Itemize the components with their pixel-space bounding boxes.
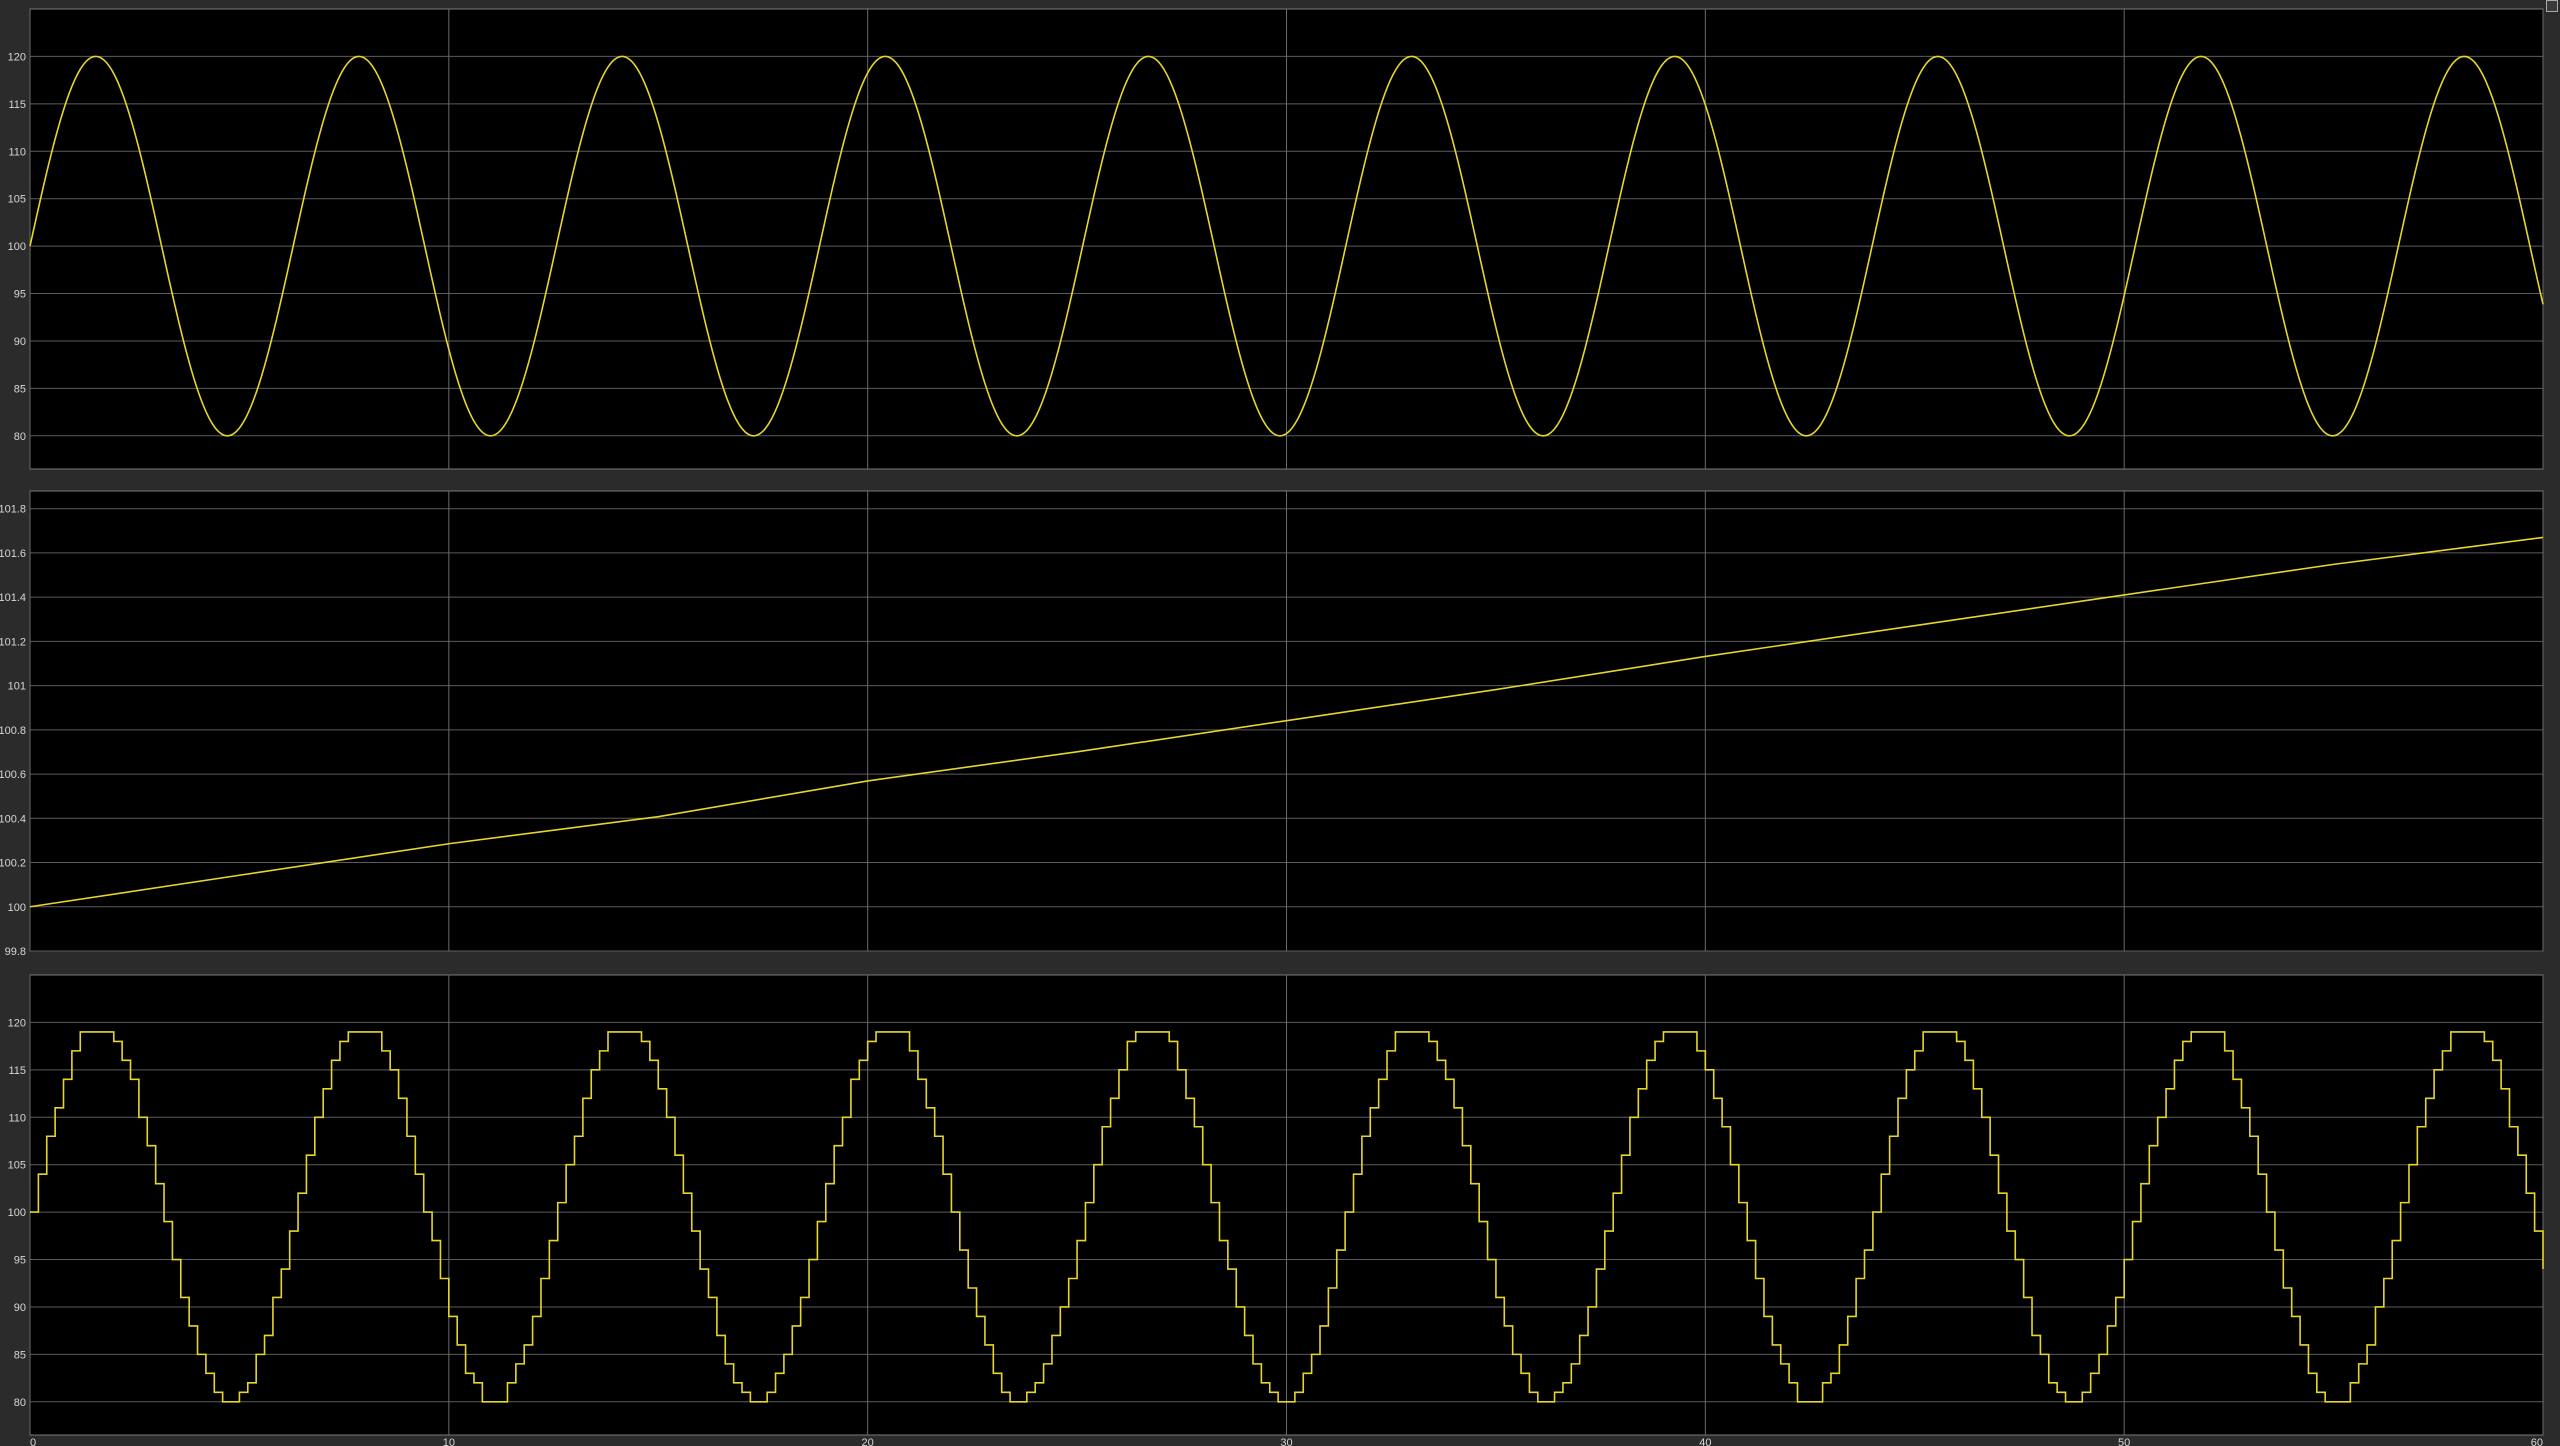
y-tick-label: 100 (8, 1207, 26, 1219)
y-tick-label: 100.6 (0, 769, 26, 781)
x-tick-label: 40 (1699, 1437, 1711, 1446)
x-tick-label: 10 (443, 1437, 455, 1446)
x-tick-label: 30 (1280, 1437, 1292, 1446)
scope-figure: 80859095100105110115120 99.8100100.2100.… (0, 8, 2544, 1446)
y-tick-label: 101.8 (0, 504, 26, 516)
y-tick-label: 101.6 (0, 548, 26, 560)
y-tick-label: 120 (8, 51, 26, 63)
expand-icon[interactable] (2546, 0, 2558, 12)
x-tick-label: 60 (2531, 1437, 2543, 1446)
y-tick-label: 85 (14, 383, 26, 395)
y-tick-label: 90 (14, 336, 26, 348)
y-tick-label: 99.8 (5, 946, 26, 958)
y-tick-label: 100.8 (0, 725, 26, 737)
y-tick-label: 110 (8, 146, 26, 158)
plot-top[interactable]: 80 85 90 95 100 105 110 115 120 (8, 8, 2544, 470)
y-tick-label: 115 (8, 1065, 26, 1077)
x-tick-label: 20 (862, 1437, 874, 1446)
y-tick-label: 85 (14, 1349, 26, 1361)
y-tick-label: 101.4 (0, 592, 26, 604)
y-tick-label: 115 (8, 99, 26, 111)
y-tick-label: 90 (14, 1302, 26, 1314)
x-tick-label: 50 (2118, 1437, 2130, 1446)
y-tick-label: 105 (8, 194, 26, 206)
y-tick-label: 100.2 (0, 858, 26, 870)
y-tick-label: 105 (8, 1160, 26, 1172)
y-tick-label: 95 (14, 1255, 26, 1267)
y-tick-label: 100.4 (0, 813, 26, 825)
y-tick-label: 80 (14, 1397, 26, 1409)
y-tick-label: 95 (14, 289, 26, 301)
y-tick-label: 101 (8, 681, 26, 693)
x-tick-label: 0 (30, 1437, 36, 1446)
y-tick-label: 100 (8, 241, 26, 253)
y-tick-label: 101.2 (0, 636, 26, 648)
y-tick-label: 120 (8, 1017, 26, 1029)
y-tick-label: 80 (14, 431, 26, 443)
plot-middle[interactable]: 99.8 100 100.2 100.4 100.6 100.8 101 101.2 101.4… (0, 490, 2544, 958)
y-tick-label: 110 (8, 1112, 26, 1124)
plot-bottom[interactable]: 80 85 90 95 100 105 110 115 120 0 10 20 30 40 50 60 (8, 974, 2544, 1446)
y-tick-label: 100 (8, 902, 26, 914)
